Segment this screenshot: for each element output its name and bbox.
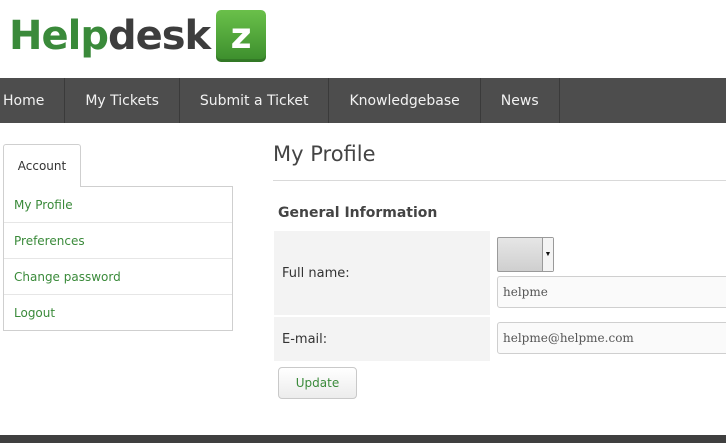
sidebar-item-preferences[interactable]: Preferences	[4, 223, 232, 259]
logo-text-desk: desk	[107, 13, 211, 59]
update-button[interactable]: Update	[278, 367, 357, 399]
chevron-down-icon: ▼	[542, 238, 553, 271]
site-logo[interactable]: Helpdesk z	[9, 9, 267, 63]
fullname-input[interactable]	[497, 276, 726, 308]
footer-bar	[0, 435, 726, 443]
fullname-label: Full name:	[274, 231, 490, 315]
title-select[interactable]: ▼	[497, 237, 554, 272]
nav-news[interactable]: News	[481, 78, 560, 123]
logo-badge: z	[216, 10, 267, 62]
sidebar-item-change-password[interactable]: Change password	[4, 259, 232, 295]
sidebar-menu: My Profile Preferences Change password L…	[3, 186, 233, 331]
page-title: My Profile	[273, 142, 376, 166]
email-label: E-mail:	[274, 317, 490, 361]
sidebar-item-logout[interactable]: Logout	[4, 295, 232, 331]
email-input[interactable]	[497, 322, 726, 354]
nav-submit-ticket[interactable]: Submit a Ticket	[180, 78, 330, 123]
nav-my-tickets[interactable]: My Tickets	[65, 78, 180, 123]
main-nav: Home My Tickets Submit a Ticket Knowledg…	[0, 78, 726, 123]
sidebar-item-my-profile[interactable]: My Profile	[4, 187, 232, 223]
section-title: General Information	[278, 205, 438, 221]
nav-home[interactable]: Home	[0, 78, 66, 123]
logo-text-help: Help	[9, 13, 109, 59]
tab-account[interactable]: Account	[3, 144, 81, 187]
title-divider	[273, 180, 726, 181]
logo-wordmark: Helpdesk	[9, 13, 211, 59]
nav-knowledgebase[interactable]: Knowledgebase	[329, 78, 481, 123]
